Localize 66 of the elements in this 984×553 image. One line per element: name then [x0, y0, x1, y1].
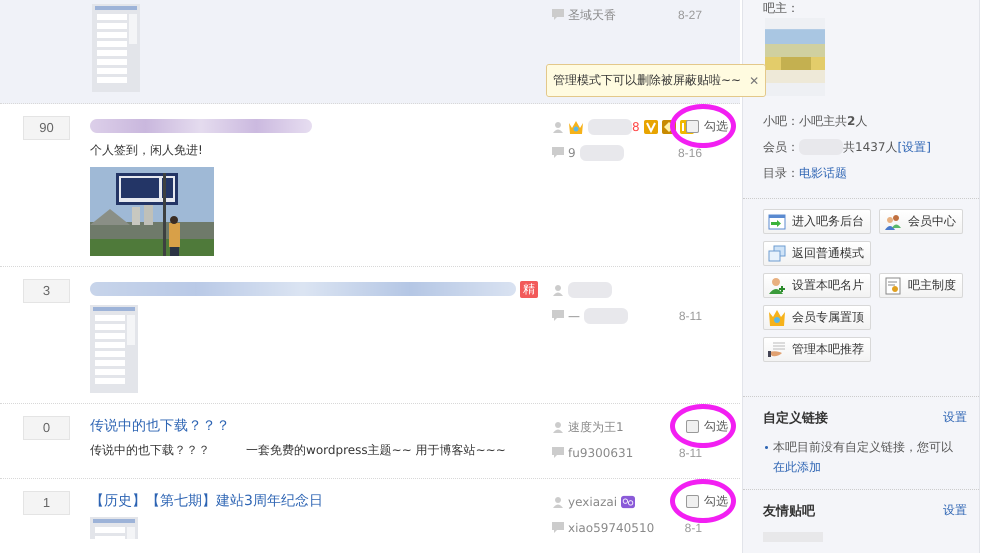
reply-date: 8-1: [684, 521, 702, 535]
admin-button[interactable]: 吧主制度: [879, 273, 963, 298]
info-value: 小吧主共2人: [799, 112, 868, 130]
admin-button[interactable]: 设置本吧名片: [763, 273, 871, 298]
info-value: 共1437人: [843, 138, 898, 156]
comment-icon: [552, 447, 564, 459]
user-icon: [552, 121, 564, 133]
person-add-icon: [768, 276, 786, 294]
user-icon: [552, 496, 564, 508]
author-name[interactable]: 速度为王1: [568, 418, 624, 436]
admin-button[interactable]: 会员中心: [879, 209, 963, 234]
info-label: 小吧：: [763, 112, 799, 130]
crown-icon: [768, 308, 786, 326]
thread-excerpt: 个人签到，闲人免进!: [90, 142, 204, 159]
admin-button[interactable]: 管理本吧推荐: [763, 337, 871, 362]
section-title: 友情贴吧: [763, 503, 815, 520]
user-icon: [552, 421, 564, 433]
people-icon: [884, 212, 902, 230]
owner-label: 吧主：: [763, 0, 800, 16]
level-badge-icon: [644, 120, 658, 134]
reply-date: 8-11: [678, 309, 702, 323]
settings-link[interactable]: 设置: [943, 409, 967, 427]
settings-link[interactable]: 设置: [943, 502, 967, 520]
info-label: 目录：: [763, 164, 799, 182]
reply-date: 8-27: [678, 8, 702, 22]
reply-count: 3: [23, 279, 70, 303]
settings-link[interactable]: [设置]: [898, 138, 931, 156]
close-button[interactable]: ✕: [749, 74, 760, 88]
comment-icon: [552, 9, 564, 21]
thread-excerpt: 传说中的也下载？？？ 一套免费的wordpress主题~~ 用于博客站~~~: [90, 442, 507, 459]
user-icon: [552, 284, 564, 296]
last-reply-name[interactable]: —: [568, 309, 580, 323]
reply-count: 1: [23, 491, 70, 515]
admin-button[interactable]: 进入吧务后台: [763, 209, 871, 234]
admin-button[interactable]: 返回普通模式: [763, 241, 871, 266]
last-reply-name[interactable]: xiao59740510: [568, 521, 654, 535]
custom-link-note: 本吧目前没有自定义链接，您可以: [773, 440, 953, 454]
featured-badge: 精: [520, 280, 538, 298]
reply-date: 8-16: [678, 146, 702, 160]
hand-icon: [768, 340, 786, 358]
reply-count: 0: [23, 416, 70, 440]
reply-date: 8-11: [678, 446, 702, 460]
bullet-icon: [765, 446, 768, 449]
author-name[interactable]: 8: [632, 120, 640, 134]
windows-icon: [768, 244, 786, 262]
info-label: 会员：: [763, 138, 799, 156]
author-name[interactable]: yexiazai: [568, 495, 618, 509]
select-checkbox[interactable]: 勾选: [686, 493, 728, 510]
section-title: 自定义链接: [763, 410, 828, 427]
category-link[interactable]: 电影话题: [799, 164, 847, 182]
thread-title[interactable]: 传说中的也下载？？？: [90, 417, 230, 435]
tooltip-text: 管理模式下可以删除被屏蔽贴啦~~: [553, 72, 742, 89]
reply-count: 90: [23, 116, 70, 140]
last-reply-name[interactable]: fu9300631: [568, 446, 634, 460]
last-reply-name[interactable]: 圣域天香: [568, 6, 616, 24]
window-icon: [768, 212, 786, 230]
select-checkbox[interactable]: 勾选: [686, 418, 728, 435]
comment-icon: [552, 522, 564, 534]
select-checkbox[interactable]: 勾选: [686, 118, 728, 135]
comment-icon: [552, 147, 564, 159]
comment-icon: [552, 310, 564, 322]
add-link[interactable]: 在此添加: [773, 457, 821, 477]
last-reply-name[interactable]: 9: [568, 146, 576, 160]
admin-button[interactable]: 会员专属置顶: [763, 305, 871, 330]
thread-title[interactable]: 【历史】【第七期】建站3周年纪念日: [90, 492, 323, 510]
document-icon: [884, 276, 902, 294]
